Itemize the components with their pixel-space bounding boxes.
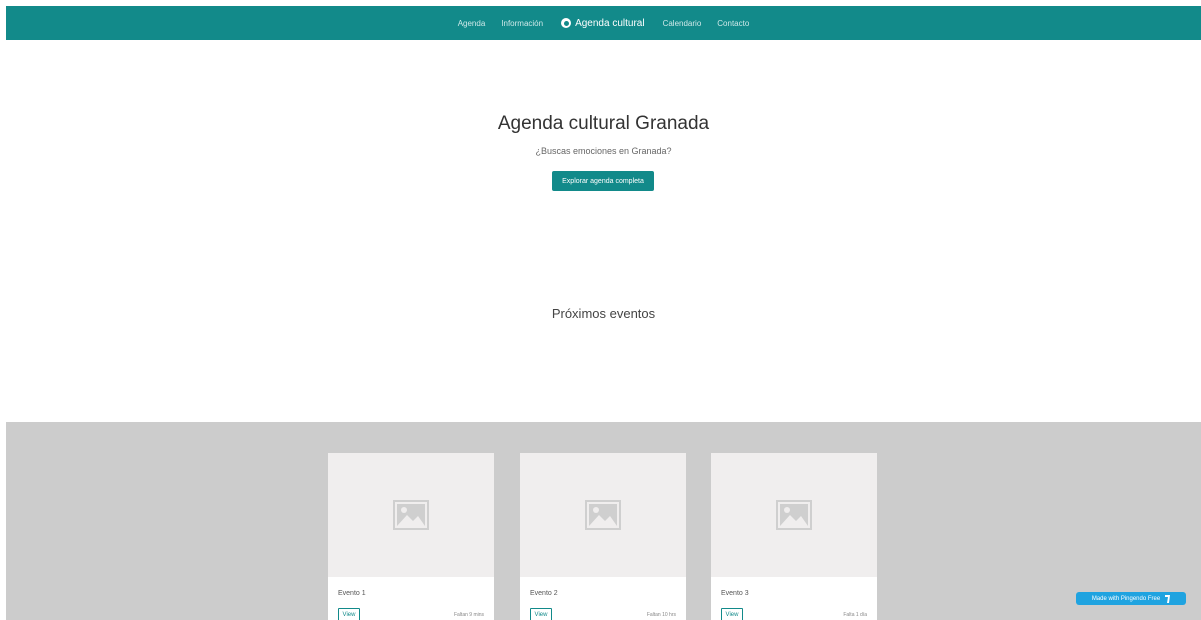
card-image	[520, 453, 686, 577]
page: Agenda Información Agenda cultural Calen…	[6, 6, 1201, 620]
card-image	[328, 453, 494, 577]
explore-agenda-button[interactable]: Explorar agenda completa	[552, 171, 654, 191]
card-title: Evento 2	[530, 590, 558, 597]
nav-link-agenda[interactable]: Agenda	[450, 19, 494, 28]
nav-link-calendario[interactable]: Calendario	[655, 19, 710, 28]
card-title: Evento 1	[338, 590, 366, 597]
card-title: Evento 3	[721, 590, 749, 597]
nav-list: Agenda Información Agenda cultural Calen…	[450, 18, 758, 29]
image-placeholder-icon	[393, 500, 429, 530]
pingendo-badge[interactable]: Made with Pingendo Free	[1076, 592, 1186, 605]
view-button[interactable]: View	[530, 608, 552, 620]
section-title: Próximos eventos	[551, 306, 656, 321]
badge-label: Made with Pingendo Free	[1091, 595, 1161, 602]
event-card-2: Evento 2 View Faltan 10 hrs	[520, 453, 686, 620]
nav-link-contacto[interactable]: Contacto	[709, 19, 757, 28]
events-band: Evento 1 View Faltan 9 mins Evento 2 Vie…	[6, 422, 1201, 620]
view-button[interactable]: View	[338, 608, 360, 620]
brand[interactable]: Agenda cultural	[551, 18, 655, 29]
pingendo-logo-icon	[1165, 594, 1171, 603]
hero-subtitle: ¿Buscas emociones en Granada?	[535, 146, 672, 156]
hero-title: Agenda cultural Granada	[497, 113, 710, 134]
navbar: Agenda Información Agenda cultural Calen…	[6, 6, 1201, 40]
brand-label: Agenda cultural	[575, 17, 645, 29]
card-time: Faltan 9 mins	[453, 612, 484, 618]
view-button[interactable]: View	[721, 608, 743, 620]
card-image	[711, 453, 877, 577]
event-card-1: Evento 1 View Faltan 9 mins	[328, 453, 494, 620]
target-circle-icon	[561, 18, 572, 28]
image-placeholder-icon	[585, 500, 621, 530]
image-placeholder-icon	[776, 500, 812, 530]
card-time: Falta 1 día	[843, 612, 867, 618]
card-time: Faltan 10 hrs	[646, 612, 676, 618]
nav-link-informacion[interactable]: Información	[493, 19, 551, 28]
event-card-3: Evento 3 View Falta 1 día	[711, 453, 877, 620]
